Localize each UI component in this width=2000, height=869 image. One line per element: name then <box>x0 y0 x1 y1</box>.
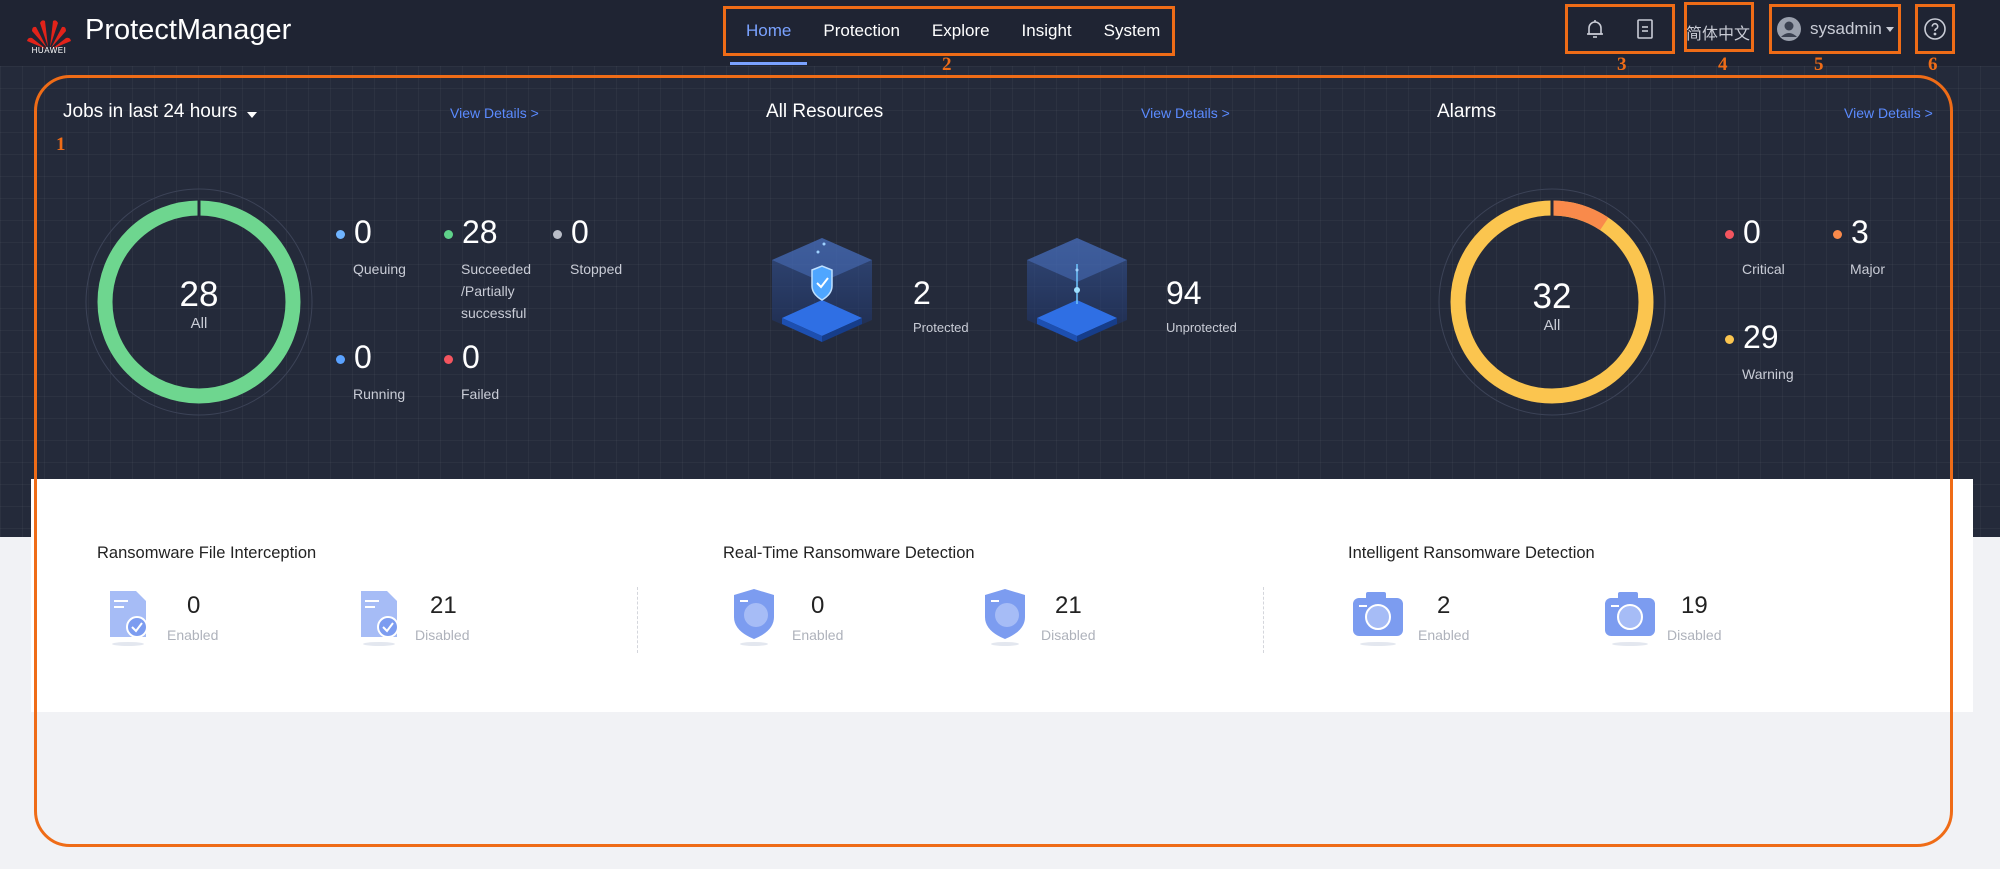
annotation-box-5 <box>1769 4 1901 54</box>
annotation-number-5: 5 <box>1814 54 1824 75</box>
annotation-number-6: 6 <box>1928 54 1938 75</box>
brand-label: HUAWEI <box>31 46 67 55</box>
annotation-box-6 <box>1915 4 1955 54</box>
annotation-box-4 <box>1684 2 1754 52</box>
annotation-box-3 <box>1565 4 1675 54</box>
annotation-number-2: 2 <box>942 54 952 75</box>
annotation-number-3: 3 <box>1617 54 1627 75</box>
annotation-number-4: 4 <box>1718 54 1728 75</box>
annotation-box-2 <box>723 6 1175 56</box>
app-title: ProtectManager <box>85 14 292 46</box>
annotation-number-1: 1 <box>56 134 66 155</box>
annotation-box-1 <box>34 75 1953 847</box>
